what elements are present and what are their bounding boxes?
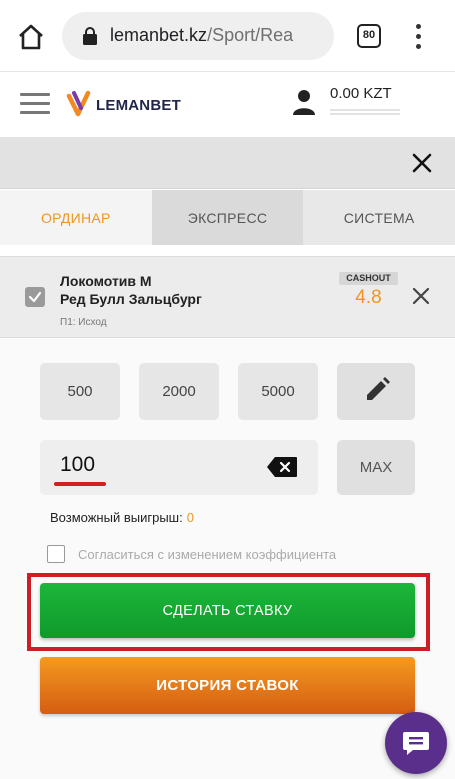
check-icon	[28, 291, 42, 303]
tab-single[interactable]: ОРДИНАР	[0, 190, 152, 245]
make-bet-button[interactable]: СДЕЛАТЬ СТАВКУ	[40, 583, 415, 638]
home-icon[interactable]	[16, 22, 46, 52]
logo-text: LEMANBET	[96, 97, 181, 114]
page: lemanbet.kz/Sport/Rea 80 LEMANBET 0.00 K…	[0, 0, 455, 779]
stake-value: 100	[60, 453, 96, 476]
url-text: lemanbet.kz/Sport/Rea	[110, 25, 330, 46]
stake-input[interactable]: 100	[40, 440, 318, 495]
possible-win: Возможный выигрыш: 0	[50, 510, 194, 525]
bet-item: Локомотив М Ред Булл Зальцбург П1: Исход…	[0, 256, 455, 338]
bet-type-tabs: ОРДИНАР ЭКСПРЕСС СИСТЕМА	[0, 190, 455, 245]
backspace-icon[interactable]	[266, 456, 298, 478]
bet-history-button[interactable]: ИСТОРИЯ СТАВОК	[40, 657, 415, 714]
address-bar[interactable]: lemanbet.kz/Sport/Rea	[62, 12, 334, 60]
user-icon[interactable]	[292, 89, 316, 115]
quick-stake-5000-button[interactable]: 5000	[238, 363, 318, 420]
bet-market: П1: Исход	[60, 317, 107, 328]
quick-stake-500-button[interactable]: 500	[40, 363, 120, 420]
chat-button[interactable]	[385, 712, 447, 774]
browser-menu-icon[interactable]	[414, 22, 422, 52]
url-host: lemanbet.kz	[110, 25, 208, 45]
tab-switcher-button[interactable]: 80	[357, 24, 381, 48]
url-path: /Sport/Rea	[207, 25, 294, 45]
edit-stakes-button[interactable]	[337, 363, 415, 420]
cashout-badge: CASHOUT	[339, 272, 398, 285]
team-away: Ред Булл Зальцбург	[60, 291, 202, 307]
tab-express[interactable]: ЭКСПРЕСС	[151, 190, 304, 245]
possible-win-label: Возможный выигрыш:	[50, 510, 183, 525]
site-header: LEMANBET 0.00 KZT	[0, 73, 455, 135]
agree-odds-change-checkbox[interactable]	[47, 545, 65, 563]
browser-toolbar: lemanbet.kz/Sport/Rea 80	[0, 0, 455, 72]
team-home: Локомотив М	[60, 273, 152, 289]
remove-bet-icon[interactable]	[410, 285, 432, 307]
betslip-close-bar	[0, 137, 455, 189]
close-icon[interactable]	[408, 149, 436, 177]
quick-stake-2000-button[interactable]: 2000	[139, 363, 219, 420]
bet-item-checkbox[interactable]	[25, 287, 45, 307]
hamburger-menu-icon[interactable]	[20, 93, 50, 115]
stake-underline	[54, 482, 106, 486]
pencil-icon	[367, 377, 390, 400]
possible-win-value: 0	[186, 510, 194, 525]
bet-odd: 4.8	[355, 287, 382, 308]
chat-icon	[403, 732, 429, 755]
lemanbet-logo-icon	[66, 90, 91, 117]
agree-odds-change-label[interactable]: Согласиться с изменением коэффициента	[78, 547, 336, 562]
lock-icon	[83, 27, 97, 45]
balance-placeholder-lines	[330, 109, 400, 117]
tab-system[interactable]: СИСТЕМА	[303, 190, 455, 245]
max-stake-button[interactable]: MAX	[337, 440, 415, 495]
site-logo[interactable]: LEMANBET	[66, 87, 181, 121]
balance[interactable]: 0.00 KZT	[330, 85, 392, 102]
